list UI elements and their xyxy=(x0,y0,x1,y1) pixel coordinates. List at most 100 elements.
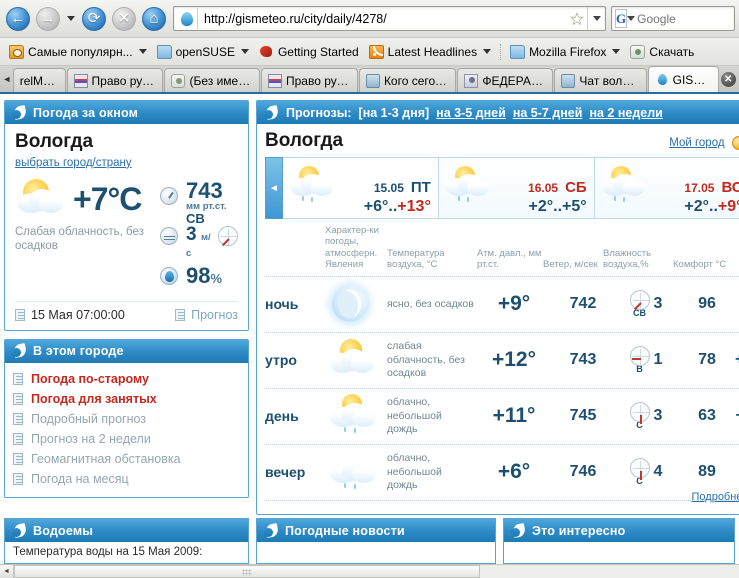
in-this-city-list: Погода по-старому Погода для занятых Под… xyxy=(5,363,248,497)
day-tab-2[interactable]: 17.05 ВС +2°..+9° xyxy=(594,157,739,219)
forecast-link[interactable]: Прогноз xyxy=(175,308,238,322)
coin-icon[interactable] xyxy=(731,136,739,150)
search-input[interactable] xyxy=(635,10,739,27)
gismeteo-logo-icon xyxy=(12,524,27,538)
list-item-label: Погода по-старому xyxy=(31,371,150,386)
reload-button[interactable]: ⟳ xyxy=(80,5,108,33)
weather-news-text xyxy=(257,542,495,550)
home-button[interactable]: ⌂ xyxy=(140,5,168,33)
row-wind: С 3 xyxy=(613,402,679,430)
wind-metric: СВ 3 м/с xyxy=(160,211,238,258)
browser-tab[interactable]: Чат волог... xyxy=(554,68,647,92)
bookmark-item[interactable]: Getting Started xyxy=(255,43,363,61)
more-details-link[interactable]: Подробнее› xyxy=(692,491,739,506)
table-row: утро слабая облачность, без осадков +12° xyxy=(265,333,739,389)
browser-tab[interactable]: Право рул... xyxy=(66,68,164,92)
moon-clear-icon xyxy=(329,284,371,324)
forecast-range-3-5[interactable]: на 3-5 дней xyxy=(436,106,506,120)
horizontal-scrollbar[interactable]: ◄ xyxy=(0,564,739,578)
tab-scroll-left-button[interactable]: ◄ xyxy=(2,66,12,92)
history-dropdown-button[interactable] xyxy=(64,5,78,33)
water-bodies-text: Температура воды на 15 Мая 2009: xyxy=(13,546,203,558)
search-engine-dropdown[interactable] xyxy=(627,7,636,30)
row-weather-icon xyxy=(327,393,387,439)
left-column: Погода за окном Вологда выбрать город/ст… xyxy=(4,100,249,564)
site-favicon xyxy=(176,8,198,29)
interesting-panel: Это интересно xyxy=(503,518,735,564)
day-temp-low: +6° xyxy=(363,198,389,215)
bookmark-item[interactable]: Mozilla Firefox xyxy=(506,43,624,61)
bookmark-item[interactable]: Скачать xyxy=(626,43,698,61)
bookmark-item[interactable]: Latest Headlines xyxy=(365,43,495,61)
scrollbar-track[interactable] xyxy=(14,565,739,578)
tab-bar: ◄ relMa... Право рул... (Без имени) Прав… xyxy=(0,66,739,94)
list-item[interactable]: Погода на месяц xyxy=(13,469,244,489)
browser-tab[interactable]: ФЕДЕРАЛ... xyxy=(457,68,554,92)
back-button[interactable]: ← xyxy=(4,5,32,33)
google-engine-icon[interactable]: G xyxy=(615,9,628,28)
bookmark-label: openSUSE xyxy=(175,44,235,59)
weather-now-body: Вологда выбрать город/страну +7°C Слабая… xyxy=(5,124,248,330)
person-icon xyxy=(464,73,479,88)
sun-cloud-icon xyxy=(328,339,380,381)
compass-icon xyxy=(218,225,238,246)
list-item[interactable]: Геомагнитная обстановка xyxy=(13,449,244,469)
list-item[interactable]: Подробный прогноз xyxy=(13,409,244,429)
scroll-left-button[interactable]: ◄ xyxy=(0,565,14,578)
prev-days-button[interactable]: ◄ xyxy=(265,157,283,219)
url-dropdown-button[interactable] xyxy=(587,7,605,30)
day-tab-1[interactable]: 16.05 СБ +2°..+5° xyxy=(438,157,595,219)
current-metrics: 743 мм рт.ст. СВ 3 м/с 98% xyxy=(160,175,238,295)
column-header-comfort: Комфорт °C xyxy=(673,259,727,271)
bookmark-star-icon[interactable] xyxy=(567,8,587,29)
my-city-link[interactable]: Мой город xyxy=(669,137,724,149)
url-input[interactable] xyxy=(198,10,567,27)
row-pressure: 745 xyxy=(569,407,597,425)
bookmark-item[interactable]: Самые популярн... xyxy=(5,43,151,61)
change-city-link[interactable]: выбрать город/страну xyxy=(15,157,132,169)
stop-button[interactable]: ✕ xyxy=(110,5,138,33)
day-temp-range: +2°..+9° xyxy=(597,198,739,216)
forecast-range-2-weeks[interactable]: на 2 недели xyxy=(589,106,662,120)
day-tab-0[interactable]: 15.05 ПТ +6°..+13° xyxy=(283,157,439,219)
search-bar[interactable]: G xyxy=(611,6,739,31)
forecast-range-current: [на 1-3 дня] xyxy=(358,105,430,120)
table-row: ночь ясно, без осадков +9° 742 СВ 3 96 xyxy=(265,277,739,333)
forecast-range-5-7[interactable]: на 5-7 дней xyxy=(513,106,583,120)
address-bar[interactable] xyxy=(173,6,606,31)
document-icon xyxy=(13,472,23,485)
current-city-name: Вологда xyxy=(15,131,94,152)
bookmark-label: Getting Started xyxy=(277,44,359,59)
scrollbar-thumb[interactable] xyxy=(14,565,480,578)
bookmark-item[interactable]: openSUSE xyxy=(153,43,253,61)
humidity-value: 98 xyxy=(186,262,211,288)
water-bodies-panel: Водоемы Температура воды на 15 Мая 2009: xyxy=(4,518,249,564)
bookmark-label: Самые популярн... xyxy=(28,44,133,59)
list-item[interactable]: Погода по-старому xyxy=(13,369,244,389)
row-weather-icon xyxy=(327,449,387,495)
gismeteo-logo-icon xyxy=(264,524,279,538)
row-wind: СВ 3 xyxy=(613,290,679,318)
row-description: ясно, без осадков xyxy=(387,297,474,310)
browser-tab[interactable]: Кого сегод... xyxy=(358,68,457,92)
car-icon xyxy=(561,73,576,88)
browser-tab[interactable]: (Без имени) xyxy=(164,68,260,92)
disc-icon xyxy=(630,44,646,59)
browser-tab[interactable]: Право рул... xyxy=(261,68,358,92)
row-temperature: +11° xyxy=(492,404,536,428)
list-item[interactable]: Прогноз на 2 недели xyxy=(13,429,244,449)
humidity-metric: 98% xyxy=(160,257,238,295)
document-icon xyxy=(175,308,186,321)
close-tab-button[interactable]: ✕ xyxy=(720,66,737,92)
table-row: день облачно, небольшой дождь +11° 745 С… xyxy=(265,389,739,445)
interesting-header: Это интересно xyxy=(504,519,734,542)
browser-tab[interactable]: relMa... xyxy=(12,68,66,92)
tab-label: ФЕДЕРАЛ... xyxy=(482,73,547,88)
browser-tab-active[interactable]: GISM... xyxy=(647,66,719,92)
sun-cloud-icon xyxy=(15,177,73,223)
list-item-label: Погода для занятых xyxy=(31,391,157,406)
forward-button[interactable]: → xyxy=(34,5,62,33)
wind-icon xyxy=(160,226,178,245)
day-temp-low: +2° xyxy=(684,198,709,215)
list-item[interactable]: Погода для занятых xyxy=(13,389,244,409)
